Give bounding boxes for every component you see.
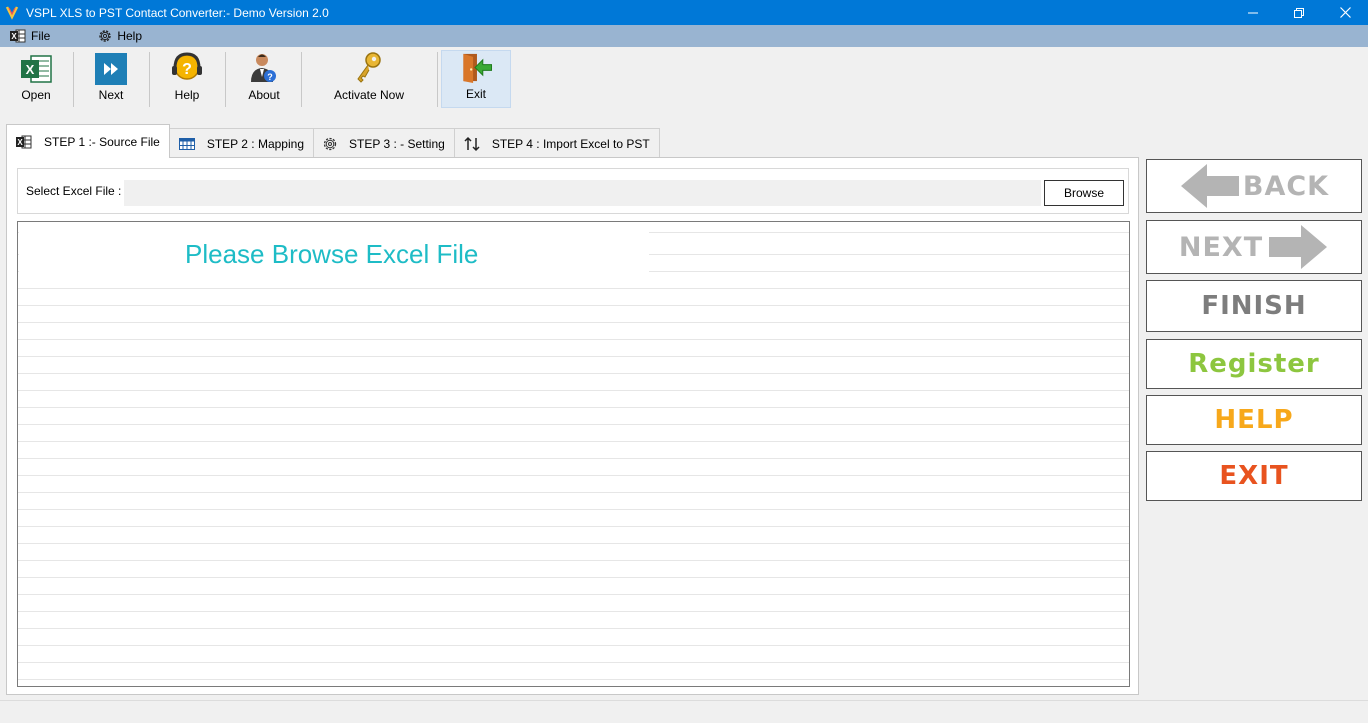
restore-icon xyxy=(1294,7,1304,18)
back-button[interactable]: BACK xyxy=(1146,159,1362,213)
next-toolbar-button[interactable]: Next xyxy=(82,50,140,108)
next-toolbar-label: Next xyxy=(98,88,124,102)
help-button[interactable]: HELP xyxy=(1146,395,1362,445)
user-info-icon: ? xyxy=(251,54,276,82)
svg-text:X: X xyxy=(26,62,35,77)
placeholder-box: Please Browse Excel File xyxy=(19,222,649,272)
status-bar xyxy=(0,700,1368,723)
toolbar-separator xyxy=(437,52,438,107)
excel-icon: X xyxy=(16,135,32,148)
next-button[interactable]: NEXT xyxy=(1146,220,1362,274)
register-label: Register xyxy=(1188,349,1320,379)
grid-icon xyxy=(178,137,195,150)
tab-step-2-mapping[interactable]: STEP 2 : Mapping xyxy=(168,128,314,158)
exit-toolbar-button[interactable]: Exit xyxy=(441,50,511,108)
tab-step-4-import[interactable]: STEP 4 : Import Excel to PST xyxy=(453,128,660,158)
excel-file-path-input[interactable] xyxy=(124,180,1041,206)
excel-file-icon: X xyxy=(21,55,52,83)
select-excel-file-label: Select Excel File : xyxy=(26,184,122,198)
svg-text:X: X xyxy=(11,32,17,41)
toolbar-separator xyxy=(73,52,74,107)
source-file-panel: Select Excel File : Browse Please Browse… xyxy=(6,157,1139,695)
restore-button[interactable] xyxy=(1276,0,1322,25)
open-button[interactable]: X Open xyxy=(6,50,66,108)
tab-label: STEP 1 :- Source File xyxy=(44,134,160,149)
browse-button[interactable]: Browse xyxy=(1044,180,1124,206)
help-label: HELP xyxy=(1214,405,1294,435)
help-toolbar-button[interactable]: ? Help xyxy=(158,50,216,108)
about-button[interactable]: ? About xyxy=(234,50,294,108)
exit-door-icon xyxy=(463,53,493,84)
toolbar-separator xyxy=(301,52,302,107)
exit-label: EXIT xyxy=(1219,461,1289,491)
excel-icon: X xyxy=(10,29,26,43)
next-label: NEXT xyxy=(1178,231,1264,263)
about-label: About xyxy=(248,88,280,102)
svg-text:?: ? xyxy=(182,61,192,78)
finish-label: FINISH xyxy=(1201,291,1307,321)
close-icon xyxy=(1339,7,1351,18)
activate-now-label: Activate Now xyxy=(333,88,405,102)
menu-bar: X File Help xyxy=(0,25,1368,47)
menu-file-label: File xyxy=(31,29,51,43)
open-label: Open xyxy=(21,88,51,102)
tab-step-3-setting[interactable]: STEP 3 : - Setting xyxy=(313,128,455,158)
app-icon xyxy=(5,5,19,20)
help-headset-icon: ? xyxy=(172,52,202,80)
exit-button[interactable]: EXIT xyxy=(1146,451,1362,501)
arrow-left-icon xyxy=(1180,164,1239,208)
key-icon xyxy=(357,52,381,83)
tab-label: STEP 2 : Mapping xyxy=(206,136,304,151)
minimize-button[interactable] xyxy=(1230,0,1276,25)
finish-button[interactable]: FINISH xyxy=(1146,280,1362,332)
activate-now-button[interactable]: Activate Now xyxy=(326,50,412,108)
tab-step-1-source-file[interactable]: X STEP 1 :- Source File xyxy=(6,124,170,158)
tab-label: STEP 3 : - Setting xyxy=(349,136,445,151)
close-button[interactable] xyxy=(1322,0,1368,25)
tab-label: STEP 4 : Import Excel to PST xyxy=(491,136,650,151)
menu-help[interactable]: Help xyxy=(92,25,148,47)
browse-placeholder-message: Please Browse Excel File xyxy=(185,239,479,269)
toolbar-separator xyxy=(149,52,150,107)
file-select-group: Select Excel File : Browse xyxy=(17,168,1129,214)
help-toolbar-label: Help xyxy=(174,88,200,102)
gear-icon xyxy=(99,30,112,42)
toolbar: X Open Next ? Help ? About Activate Now … xyxy=(0,47,1368,110)
back-label: BACK xyxy=(1242,170,1330,202)
arrow-right-icon xyxy=(1269,225,1328,269)
data-preview-grid[interactable]: Please Browse Excel File xyxy=(17,221,1130,687)
sort-arrows-icon xyxy=(464,136,480,151)
minimize-icon xyxy=(1248,12,1258,13)
step-tabs: X STEP 1 :- Source File STEP 2 : Mapping… xyxy=(6,124,660,158)
exit-toolbar-label: Exit xyxy=(465,87,486,101)
gear-icon xyxy=(323,137,337,150)
title-bar: VSPL XLS to PST Contact Converter:- Demo… xyxy=(0,0,1368,25)
menu-help-label: Help xyxy=(117,29,143,43)
svg-text:X: X xyxy=(17,138,23,147)
fast-forward-icon xyxy=(95,53,127,85)
register-button[interactable]: Register xyxy=(1146,339,1362,389)
window-title: VSPL XLS to PST Contact Converter:- Demo… xyxy=(26,5,329,20)
toolbar-separator xyxy=(225,52,226,107)
menu-file[interactable]: X File xyxy=(4,25,56,47)
svg-text:?: ? xyxy=(267,72,273,82)
